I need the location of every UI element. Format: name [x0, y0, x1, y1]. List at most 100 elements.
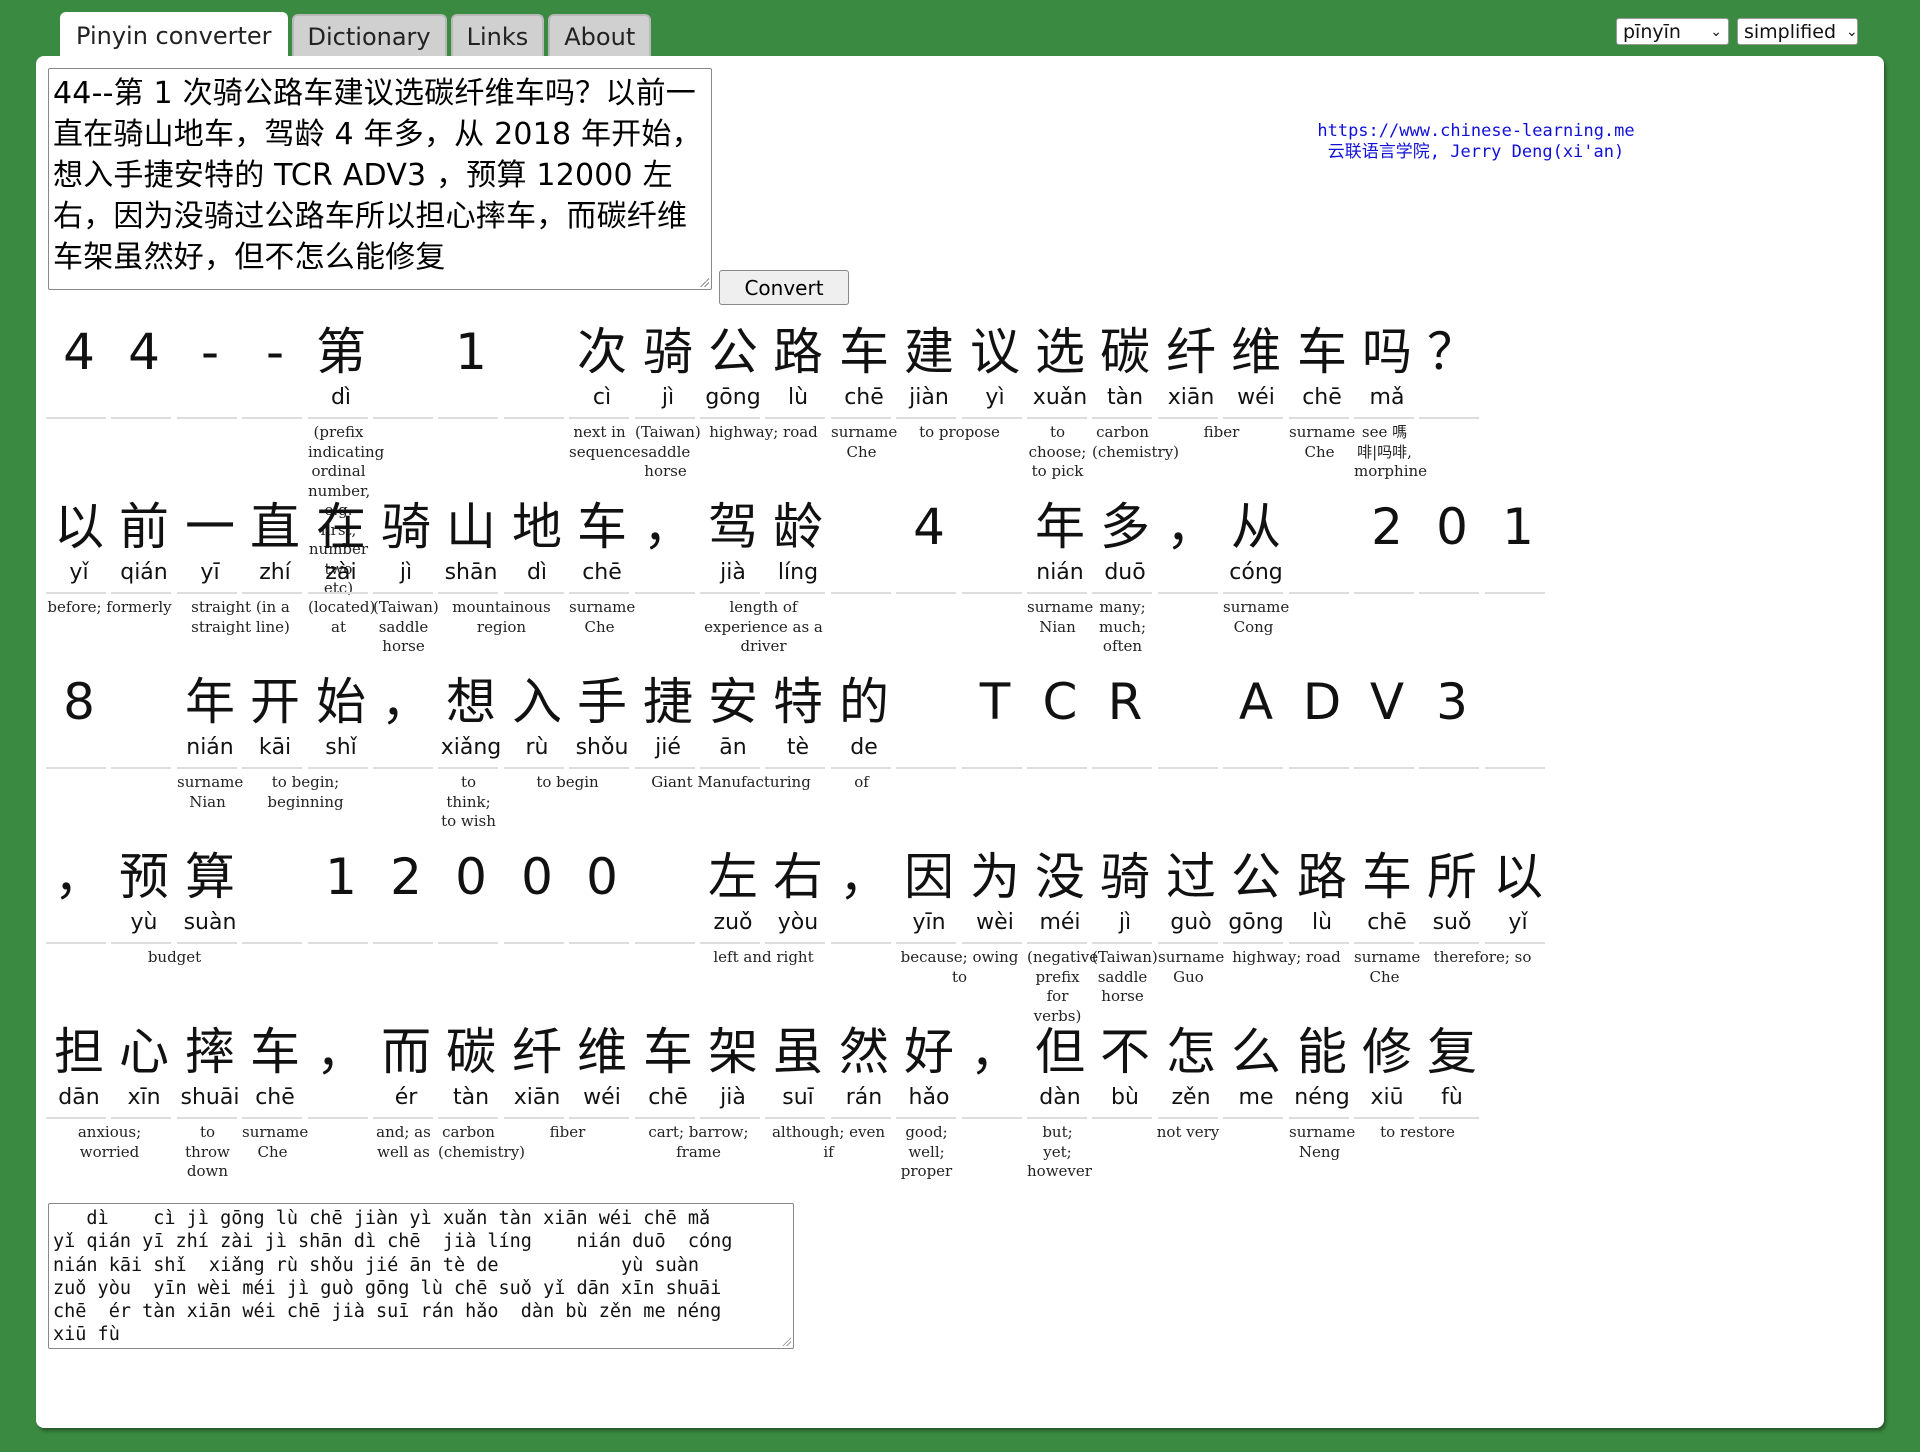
hanzi: ， — [1166, 498, 1216, 556]
cell-underline — [1027, 767, 1087, 769]
hanzi — [898, 671, 960, 733]
cell-underline — [831, 417, 891, 419]
output-line: yǐ qián yī zhí zài jì shān dì chē jià lí… — [53, 1231, 733, 1253]
cell-underline — [1027, 592, 1087, 594]
tab-pinyin-converter[interactable]: Pinyin converter — [60, 12, 288, 58]
char-cell: 1 — [440, 321, 502, 413]
tab-links[interactable]: Links — [450, 14, 545, 58]
cell-underline — [438, 592, 498, 594]
pinyin: jià — [720, 560, 746, 585]
char-cell: 骑 jì — [375, 496, 437, 588]
char-cell: 前 qián — [113, 496, 175, 588]
hanzi: 因 — [904, 848, 954, 906]
hanzi: 骑 — [381, 498, 431, 556]
cell-underline — [1354, 592, 1414, 594]
romanization-select[interactable]: pīnyīn ⌄ — [1616, 18, 1729, 45]
char-cell: 开 kāi — [244, 671, 306, 763]
hanzi: 么 — [1231, 1023, 1281, 1081]
cell-underline — [177, 767, 237, 769]
char-cell: 山 shān — [440, 496, 502, 588]
pinyin-output[interactable]: dì cì jì gōng lù chē jiàn yì xuǎn tàn xi… — [48, 1203, 794, 1349]
cell-underline — [111, 417, 171, 419]
hanzi: - — [200, 323, 220, 381]
char-cell: 好 hǎo — [898, 1021, 960, 1113]
definition: cart; barrow; frame — [648, 1123, 749, 1161]
tab-dictionary[interactable]: Dictionary — [291, 14, 447, 58]
hanzi: 山 — [446, 498, 496, 556]
definition: surname Che — [242, 1123, 309, 1161]
cell-underline — [1485, 767, 1545, 769]
char-cell: 但 dàn — [1029, 1021, 1091, 1113]
hanzi — [637, 846, 699, 908]
cell-underline — [1092, 417, 1152, 419]
cell-underline — [111, 1117, 171, 1119]
hanzi: 1 — [325, 848, 357, 906]
char-cell: 维 wéi — [1225, 321, 1287, 413]
pinyin — [833, 558, 895, 588]
pinyin — [1291, 558, 1353, 588]
hanzi: 特 — [773, 673, 823, 731]
hanzi: 0 — [455, 848, 487, 906]
pinyin: tè — [786, 735, 810, 760]
pinyin — [1029, 733, 1091, 763]
char-cell: 一 yī — [179, 496, 241, 588]
cell-underline — [111, 942, 171, 944]
script-select[interactable]: simplified ⌄ — [1737, 18, 1858, 45]
definition: to begin; beginning — [267, 773, 344, 811]
char-row: 8 年 nián 开 kāi 始 shǐ ， 想 xiǎng 入 rù 手 shǒu 捷 jié 安 ān 特 tè 的… — [46, 671, 1868, 846]
char-cell: 1 — [1487, 496, 1549, 588]
resize-handle-icon[interactable] — [699, 277, 709, 287]
pinyin: yī — [200, 560, 220, 585]
convert-button[interactable]: Convert — [719, 270, 849, 305]
char-cell: 手 shǒu — [571, 671, 633, 763]
pinyin: xiān — [1167, 385, 1215, 410]
pinyin — [375, 733, 437, 763]
char-cell — [1160, 671, 1222, 763]
hanzi: 次 — [577, 323, 627, 381]
cell-underline — [1354, 767, 1414, 769]
cell-underline — [1223, 1117, 1283, 1119]
chinese-input[interactable]: 44--第 1 次骑公路车建议选碳纤维车吗？以前一直在骑山地车，驾龄 4 年多，… — [48, 68, 712, 290]
char-cell: 1 — [310, 846, 372, 938]
definition: surname Neng — [1289, 1123, 1356, 1161]
cell-underline — [504, 592, 564, 594]
char-row: ，预 yù 算 suàn 1 2 0 0 0 左 zuǒ 右 yòu，因 yīn 为 wèi 没 méi 骑 jì 过 g… — [46, 846, 1868, 1025]
pinyin: de — [850, 735, 878, 760]
cell-underline — [831, 942, 891, 944]
resize-handle-icon[interactable] — [781, 1336, 791, 1346]
char-row: 担 dān 心 xīn 摔 shuāi 车 chē ， 而 ér 碳 tàn 纤 xiān 维 wéi 车 chē 架… — [46, 1021, 1868, 1196]
pinyin — [1356, 733, 1418, 763]
pinyin: lù — [1311, 910, 1333, 935]
char-cell: 8 — [48, 671, 110, 763]
hanzi: 修 — [1362, 1023, 1412, 1081]
char-cell: 0 — [571, 846, 633, 938]
pinyin — [964, 558, 1026, 588]
pinyin: zuǒ — [713, 910, 753, 935]
script-select-value: simplified — [1744, 20, 1837, 43]
hanzi: 左 — [708, 848, 758, 906]
char-cell: ， — [375, 671, 437, 763]
hanzi: 路 — [773, 323, 823, 381]
cell-underline — [962, 942, 1022, 944]
hanzi — [964, 496, 1026, 558]
annotated-text: 4 4- - 第 dì 1 次 cì 骑 jì 公 gōng 路 lù 车 chē 建 jiàn 议 yì 选 xuǎn 碳… — [46, 321, 1868, 1196]
char-cell: 怎 zěn — [1160, 1021, 1222, 1113]
cell-underline — [700, 942, 760, 944]
cell-underline — [569, 592, 629, 594]
definition: (Taiwan) saddle horse — [1092, 948, 1158, 1005]
cell-underline — [962, 417, 1022, 419]
cell-underline — [177, 942, 237, 944]
pinyin — [637, 908, 699, 938]
pinyin: wéi — [583, 1085, 621, 1110]
char-cell: 0 — [506, 846, 568, 938]
pinyin: chē — [648, 1085, 688, 1110]
hanzi: 预 — [119, 848, 169, 906]
char-row: 4 4- - 第 dì 1 次 cì 骑 jì 公 gōng 路 lù 车 chē 建 jiàn 议 yì 选 xuǎn 碳… — [46, 321, 1868, 597]
hanzi: 然 — [839, 1023, 889, 1081]
tab-about[interactable]: About — [548, 14, 652, 58]
cell-underline — [635, 1117, 695, 1119]
cell-underline — [242, 1117, 302, 1119]
credit-url[interactable]: https://www.chinese-learning.me — [1276, 121, 1676, 142]
char-cell — [506, 321, 568, 413]
hanzi: 4 — [63, 323, 95, 381]
